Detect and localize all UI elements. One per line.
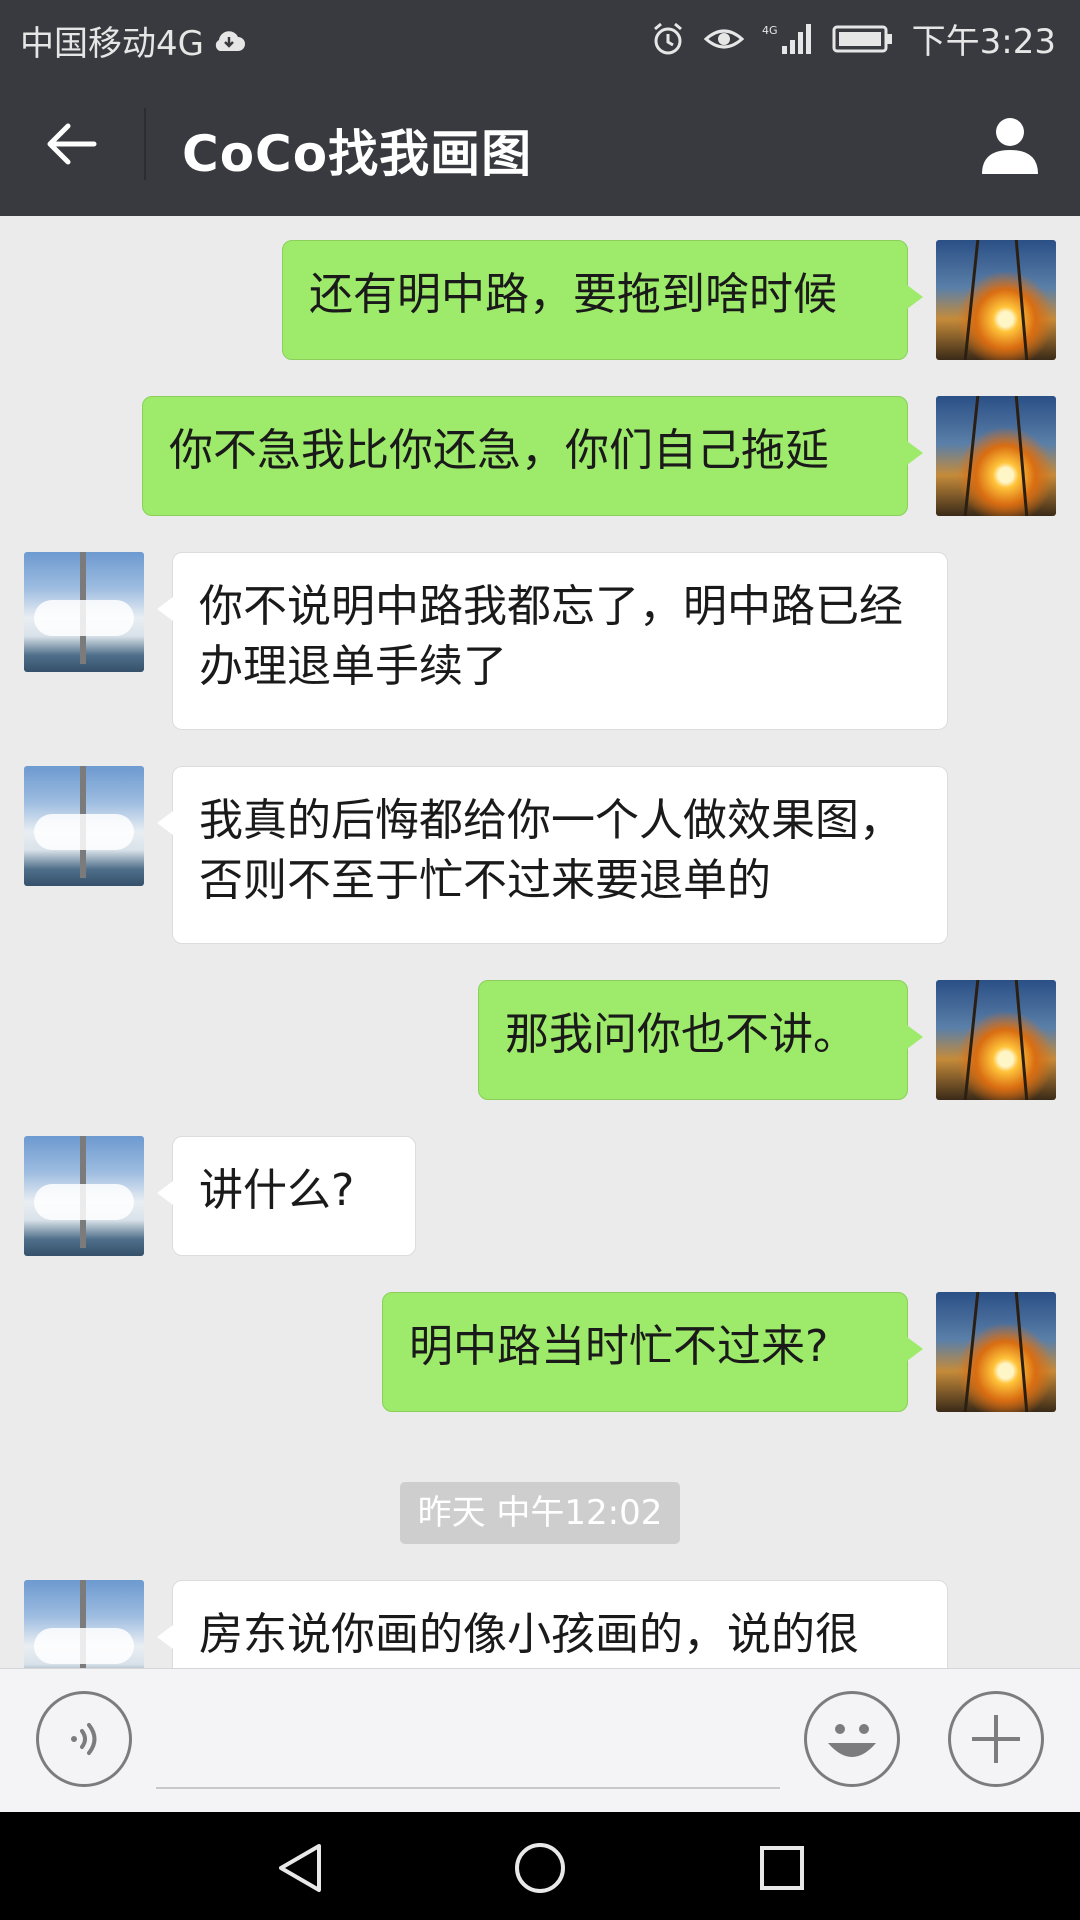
avatar[interactable] bbox=[936, 980, 1056, 1100]
system-nav-bar bbox=[0, 1812, 1080, 1920]
message-incoming: 我真的后悔都给你一个人做效果图，否则不至于忙不过来要退单的 bbox=[0, 766, 1080, 944]
emoji-icon bbox=[828, 1724, 876, 1757]
voice-icon bbox=[71, 1723, 97, 1755]
message-text: 还有明中路，要拖到啥时候 bbox=[309, 269, 837, 320]
arrow-left-icon bbox=[47, 123, 97, 165]
avatar[interactable] bbox=[936, 1292, 1056, 1412]
alarm-icon bbox=[650, 21, 686, 57]
status-right: 4G 下午3:23 bbox=[650, 14, 1056, 63]
header-divider bbox=[144, 108, 146, 180]
message-bubble[interactable]: 我真的后悔都给你一个人做效果图，否则不至于忙不过来要退单的 bbox=[157, 766, 948, 944]
message-timestamp: 昨天 中午12:02 bbox=[400, 1482, 680, 1544]
avatar[interactable] bbox=[24, 766, 144, 886]
nav-back-button[interactable] bbox=[270, 1838, 330, 1898]
message-text: 我真的后悔都给你一个人做效果图，否则不至于忙不过来要退单的 bbox=[199, 795, 903, 906]
battery-icon bbox=[832, 24, 894, 54]
eye-icon bbox=[703, 24, 744, 54]
message-bubble[interactable]: 你不急我比你还急，你们自己拖延 bbox=[142, 396, 923, 516]
person-icon bbox=[982, 118, 1038, 174]
nav-recents-button[interactable] bbox=[752, 1838, 812, 1898]
message-outgoing: 明中路当时忙不过来? bbox=[0, 1292, 1080, 1412]
clock-label: 下午3:23 bbox=[911, 22, 1056, 62]
back-triangle-icon bbox=[279, 1844, 321, 1892]
chat-title: CoCo找我画图 bbox=[182, 125, 533, 183]
message-bubble[interactable]: 明中路当时忙不过来? bbox=[382, 1292, 923, 1412]
avatar[interactable] bbox=[936, 240, 1056, 360]
message-outgoing: 还有明中路，要拖到啥时候 bbox=[0, 240, 1080, 360]
message-incoming: 房东说你画的像小孩画的，说的很 bbox=[0, 1580, 1080, 1668]
svg-text:4G: 4G bbox=[762, 24, 778, 37]
message-input[interactable] bbox=[156, 1787, 780, 1789]
message-outgoing: 你不急我比你还急，你们自己拖延 bbox=[0, 396, 1080, 516]
message-incoming: 你不说明中路我都忘了，明中路已经办理退单手续了 bbox=[0, 552, 1080, 730]
message-bubble[interactable]: 讲什么? bbox=[157, 1136, 416, 1256]
message-bubble[interactable]: 房东说你画的像小孩画的，说的很 bbox=[157, 1580, 948, 1668]
avatar[interactable] bbox=[24, 1136, 144, 1256]
message-outgoing: 那我问你也不讲。 bbox=[0, 980, 1080, 1100]
chat-info-button[interactable] bbox=[974, 108, 1046, 180]
emoji-button[interactable] bbox=[804, 1691, 900, 1787]
message-incoming: 讲什么? bbox=[0, 1136, 1080, 1256]
message-text: 那我问你也不讲。 bbox=[505, 1009, 857, 1060]
carrier-label: 中国移动4G bbox=[20, 24, 204, 64]
recents-square-icon bbox=[760, 1846, 804, 1890]
plus-icon bbox=[972, 1715, 1020, 1763]
signal-icon: 4G bbox=[762, 22, 814, 56]
chat-area[interactable]: 还有明中路，要拖到啥时候 你不急我比你还急，你们自己拖延 你不说明中路我都忘了，… bbox=[0, 216, 1080, 1668]
avatar[interactable] bbox=[24, 552, 144, 672]
message-bubble[interactable]: 还有明中路，要拖到啥时候 bbox=[282, 240, 923, 360]
back-button[interactable] bbox=[40, 112, 104, 176]
input-bar bbox=[0, 1668, 1080, 1812]
message-text: 你不急我比你还急，你们自己拖延 bbox=[169, 425, 829, 476]
avatar[interactable] bbox=[24, 1580, 144, 1668]
home-circle-icon bbox=[515, 1843, 565, 1893]
message-text: 房东说你画的像小孩画的，说的很 bbox=[199, 1609, 859, 1660]
status-bar: 中国移动4G 4G 下午3:23 bbox=[0, 0, 1080, 72]
message-bubble[interactable]: 那我问你也不讲。 bbox=[478, 980, 923, 1100]
message-text: 讲什么? bbox=[199, 1165, 355, 1216]
nav-home-button[interactable] bbox=[510, 1838, 570, 1898]
more-button[interactable] bbox=[948, 1691, 1044, 1787]
message-text: 明中路当时忙不过来? bbox=[409, 1321, 829, 1372]
message-text: 你不说明中路我都忘了，明中路已经办理退单手续了 bbox=[199, 581, 903, 692]
voice-button[interactable] bbox=[36, 1691, 132, 1787]
chat-header: CoCo找我画图 bbox=[0, 72, 1080, 216]
status-left: 中国移动4G bbox=[20, 16, 246, 65]
message-bubble[interactable]: 你不说明中路我都忘了，明中路已经办理退单手续了 bbox=[157, 552, 948, 730]
cloud-icon bbox=[212, 29, 246, 53]
avatar[interactable] bbox=[936, 396, 1056, 516]
